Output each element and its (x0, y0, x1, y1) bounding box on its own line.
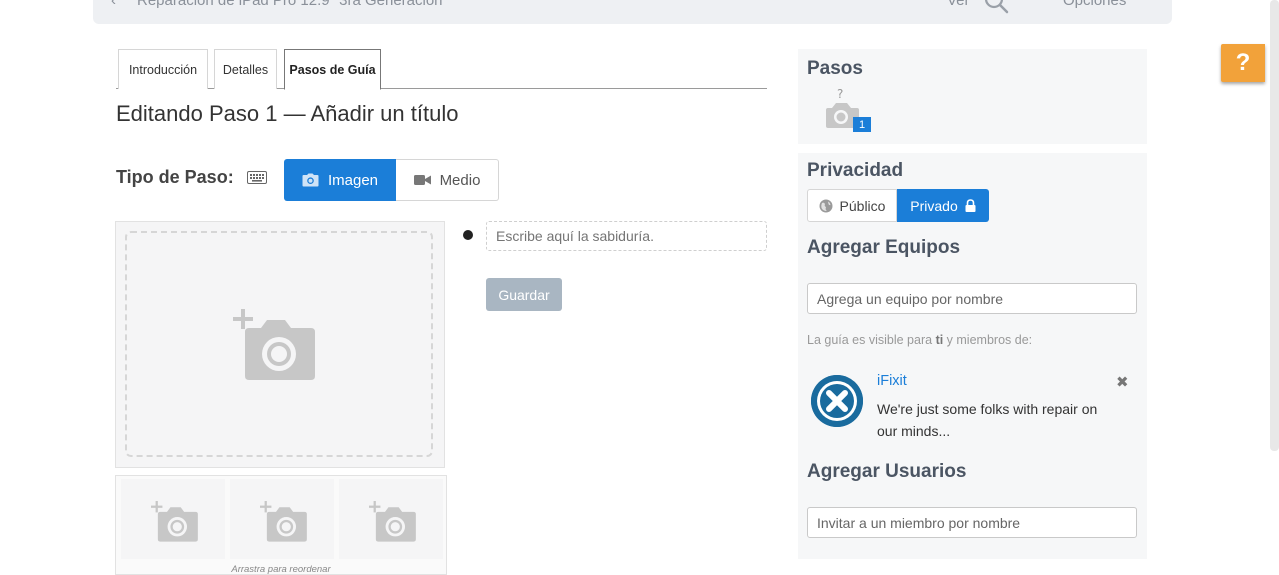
add-photo-icon (151, 501, 198, 542)
step-type-label: Tipo de Paso: (116, 167, 234, 187)
private-button[interactable]: Privado (897, 189, 989, 222)
media-type-button[interactable]: Medio (396, 159, 499, 201)
private-label: Privado (910, 197, 958, 214)
thumbnail-strip: Arrastra para reordenar (115, 475, 447, 575)
breadcrumb[interactable]: Reparación de iPad Pro 12.9" 3ra Generac… (137, 0, 443, 9)
tab-introduccion[interactable]: Introducción (118, 49, 208, 89)
svg-text:?: ? (837, 87, 843, 101)
visibility-prefix: La guía es visible para (807, 333, 936, 347)
help-button[interactable]: ? (1221, 44, 1265, 82)
add-photo-icon (233, 309, 315, 380)
globe-icon (819, 199, 833, 212)
public-button[interactable]: Público (807, 189, 897, 222)
team-logo (811, 375, 863, 427)
media-type-label: Medio (439, 171, 481, 189)
image-type-button[interactable]: Imagen (284, 159, 396, 201)
camera-icon (302, 173, 319, 187)
main-image-dropzone[interactable] (115, 221, 445, 468)
visibility-suffix: y miembros de: (943, 333, 1033, 347)
add-users-heading: Agregar Usuarios (807, 461, 967, 482)
visibility-note: La guía es visible para ti y miembros de… (807, 333, 1032, 347)
lock-icon (965, 199, 976, 212)
reorder-hint: Arrastra para reordenar (231, 564, 331, 575)
public-label: Público (839, 197, 886, 214)
page-title: Editando Paso 1 — Añadir un título (116, 101, 459, 126)
top-bar: ‹ Reparación de iPad Pro 12.9" 3ra Gener… (93, 0, 1172, 24)
team-search-input[interactable] (807, 283, 1137, 314)
remove-team-icon[interactable]: ✖ (1116, 373, 1129, 391)
search-icon[interactable] (983, 0, 1009, 14)
team-name-link[interactable]: iFixit (877, 373, 907, 389)
ifixit-logo-icon (811, 375, 863, 427)
user-search-input[interactable] (807, 507, 1137, 538)
privacy-heading: Privacidad (807, 160, 904, 181)
add-photo-icon (260, 501, 307, 542)
video-camera-icon (413, 175, 431, 185)
tab-detalles[interactable]: Detalles (214, 49, 277, 89)
view-link[interactable]: Ver (947, 0, 970, 9)
options-menu[interactable]: Opciones (1063, 0, 1126, 9)
settings-panel: Privacidad Público Privado Agregar Equip… (798, 153, 1147, 559)
steps-heading: Pasos (807, 58, 863, 79)
guide-tabs: Introducción Detalles Pasos de Guía (116, 49, 767, 90)
image-type-label: Imagen (327, 171, 379, 189)
add-teams-heading: Agregar Equipos (807, 237, 961, 258)
steps-panel: Pasos ? 1 (798, 49, 1147, 144)
back-arrow-icon[interactable]: ‹ (111, 0, 116, 9)
bullet-text-input[interactable] (486, 221, 767, 251)
page-scrollbar[interactable] (1270, 0, 1279, 451)
thumbnail-slot[interactable] (339, 479, 443, 559)
add-photo-icon (369, 501, 416, 542)
bullet-dot[interactable] (463, 230, 473, 240)
save-button[interactable]: Guardar (486, 278, 562, 311)
step-number-badge: 1 (853, 117, 871, 132)
team-description: We're just some folks with repair on our… (877, 401, 1098, 439)
thumbnail-slot[interactable] (121, 479, 225, 559)
keyboard-icon[interactable] (247, 171, 267, 184)
thumbnail-slot[interactable] (230, 479, 334, 559)
tab-pasos-de-guia[interactable]: Pasos de Guía (284, 49, 381, 90)
